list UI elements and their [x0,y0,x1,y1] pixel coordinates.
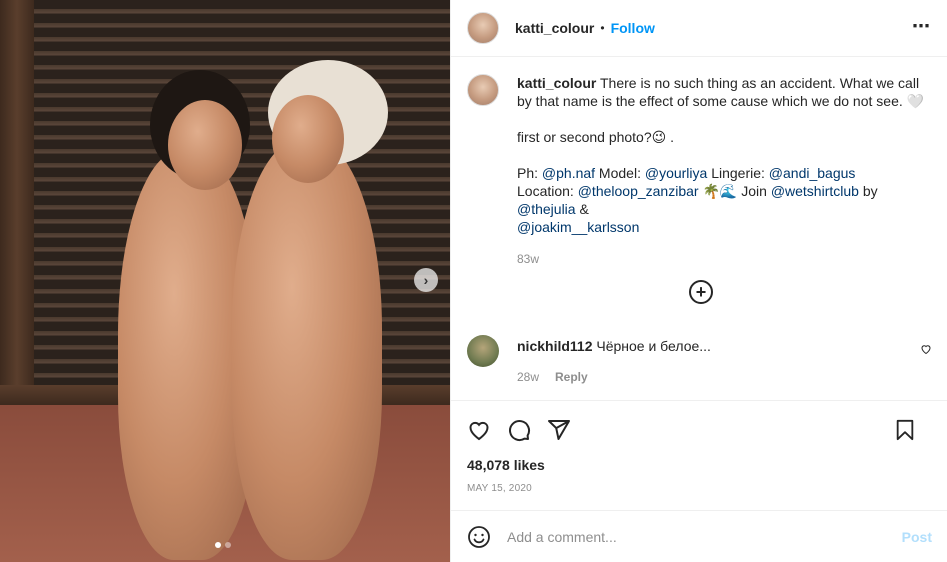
bookmark-icon[interactable] [894,419,916,441]
author-username[interactable]: katti_colour [515,20,594,36]
ampersand: & [575,201,589,217]
comment-meta: 28w Reply [517,370,932,384]
chevron-right-icon[interactable]: › [414,268,438,292]
ph-label: Ph: [517,165,542,181]
heart-icon[interactable] [467,418,491,442]
more-options-icon[interactable]: ⋯ [912,16,931,37]
comments-section: katti_colour There is no such thing as a… [451,58,947,399]
post-actions-area: 48,078 likes MAY 15, 2020 [451,400,947,510]
post-button[interactable]: Post [902,529,932,545]
separator-dot: • [600,21,605,35]
comment-icon[interactable] [507,418,531,442]
avatar[interactable] [467,12,499,44]
model-label: Model: [595,165,645,181]
mention-location[interactable]: @theloop_zanzibar [578,183,699,199]
join-label: Join [741,183,771,199]
commenter-avatar[interactable] [467,335,499,367]
post-header: katti_colour • Follow ⋯ [451,0,947,57]
caption: katti_colour There is no such thing as a… [467,74,932,268]
location-label: Location: [517,183,578,199]
commenter-username[interactable]: nickhild112 [517,338,592,354]
post-side-panel: katti_colour • Follow ⋯ katti_colour The… [450,0,947,562]
post-photo[interactable]: › [0,0,450,562]
mention-lingerie[interactable]: @andi_bagus [769,165,856,181]
comment-text: Чёрное и белое... [596,338,711,354]
comment-input[interactable] [507,528,902,545]
comment-body: nickhild112 Чёрное и белое... 28w Reply [517,335,932,384]
caption-text: katti_colour There is no such thing as a… [517,74,932,268]
mention-model[interactable]: @yourliya [645,165,707,181]
reply-button[interactable]: Reply [555,370,588,384]
action-bar [451,401,947,451]
comment-heart-icon[interactable] [920,343,932,355]
carousel-dots [215,542,231,548]
lingerie-label: Lingerie: [707,165,769,181]
comment-timestamp[interactable]: 28w [517,370,539,384]
mention-last[interactable]: @joakim__karlsson [517,219,639,235]
carousel-dot-active [215,542,221,548]
caption-username[interactable]: katti_colour [517,75,596,91]
carousel-dot [225,542,231,548]
palm-wave-icon: 🌴🌊 [698,183,742,199]
likes-count[interactable]: 48,078 likes [451,457,947,473]
figure-right [232,140,382,560]
comment-item: nickhild112 Чёрное и белое... 28w Reply [467,335,932,384]
caption-avatar[interactable] [467,74,499,106]
plus-circle-icon[interactable]: + [689,280,713,304]
mention-join[interactable]: @wetshirtclub [771,183,859,199]
post-date[interactable]: MAY 15, 2020 [451,483,947,494]
follow-button[interactable]: Follow [611,20,655,36]
mention-by[interactable]: @thejulia [517,201,576,217]
caption-location: Location: @theloop_zanzibar 🌴🌊 Join @wet… [517,182,932,218]
caption-timestamp[interactable]: 83w [517,250,932,268]
window-frame [0,0,34,400]
mention-ph[interactable]: @ph.naf [542,165,595,181]
add-comment-bar: Post [451,510,947,562]
face-right [272,95,344,183]
by-label: by [858,183,878,199]
caption-line2: first or second photo?😉 . [517,129,675,145]
emoji-icon[interactable] [467,525,491,549]
share-icon[interactable] [547,418,571,442]
caption-credits: Ph: @ph.naf Model: @yourliya Lingerie: @… [517,164,932,182]
face-left [168,100,242,190]
